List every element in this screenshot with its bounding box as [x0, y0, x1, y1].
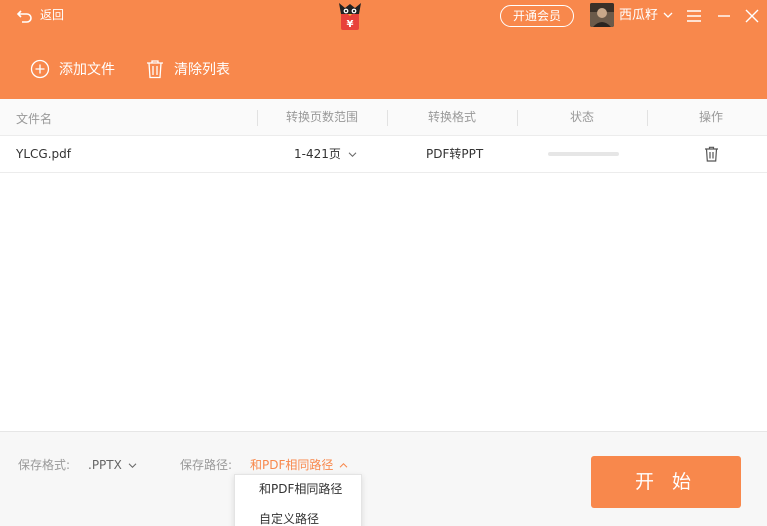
- page-range-value: 1-421页: [294, 147, 341, 161]
- save-path-dropdown: 和PDF相同路径 自定义路径: [234, 474, 362, 526]
- app-header: 返回 ¥ 开通会员 西瓜籽 添加文件 清除列表: [0, 0, 767, 99]
- column-header-page-range: 转换页数范围: [285, 110, 358, 124]
- back-label: 返回: [40, 8, 65, 22]
- column-header-actions: 操作: [698, 110, 723, 124]
- table-row: YLCG.pdf 1-421页 PDF转PPT: [0, 136, 767, 173]
- dropdown-option-custom-path[interactable]: 自定义路径: [259, 511, 319, 526]
- app-logo-icon: ¥: [339, 3, 361, 30]
- save-format-value: .PPTX: [88, 458, 122, 472]
- close-icon[interactable]: [745, 9, 759, 23]
- save-format-select[interactable]: .PPTX: [88, 457, 137, 473]
- save-path-label: 保存路径:: [180, 458, 233, 472]
- plus-circle-icon: [30, 59, 50, 79]
- clear-list-label: 清除列表: [174, 62, 230, 78]
- back-button[interactable]: 返回: [16, 6, 64, 24]
- avatar[interactable]: [590, 3, 614, 27]
- column-header-status: 状态: [569, 110, 594, 124]
- svg-text:¥: ¥: [347, 19, 354, 30]
- conversion-format: PDF转PPT: [426, 147, 484, 161]
- dropdown-option-same-path[interactable]: 和PDF相同路径: [259, 481, 342, 497]
- chevron-down-icon: [128, 462, 137, 468]
- delete-row-trash-icon[interactable]: [704, 146, 719, 162]
- minimize-icon[interactable]: [717, 9, 731, 23]
- column-header-filename: 文件名: [16, 112, 53, 126]
- chevron-down-icon[interactable]: [663, 11, 673, 19]
- save-path-value: 和PDF相同路径: [250, 458, 334, 472]
- clear-list-button[interactable]: 清除列表: [145, 59, 230, 79]
- column-header-format: 转换格式: [427, 110, 476, 124]
- page-range-select[interactable]: 1-421页: [294, 136, 357, 172]
- save-format-label: 保存格式:: [18, 458, 71, 472]
- add-files-button[interactable]: 添加文件: [30, 59, 115, 79]
- back-arrow-icon: [16, 9, 32, 23]
- chevron-up-icon: [340, 462, 348, 468]
- status-progress-bar: [548, 152, 619, 156]
- chevron-down-icon: [348, 151, 357, 157]
- username[interactable]: 西瓜籽: [619, 7, 658, 25]
- footer-bar: 保存格式: .PPTX 保存路径: 和PDF相同路径 开 始: [0, 431, 767, 526]
- start-button[interactable]: 开 始: [591, 456, 741, 508]
- trash-icon: [147, 60, 163, 79]
- file-name: YLCG.pdf: [16, 147, 71, 161]
- hamburger-menu-icon[interactable]: [686, 9, 702, 23]
- vip-button[interactable]: 开通会员: [500, 5, 574, 27]
- save-path-select[interactable]: 和PDF相同路径: [250, 457, 348, 473]
- add-files-label: 添加文件: [59, 62, 115, 78]
- table-header: 文件名 转换页数范围 转换格式 状态 操作: [0, 99, 767, 136]
